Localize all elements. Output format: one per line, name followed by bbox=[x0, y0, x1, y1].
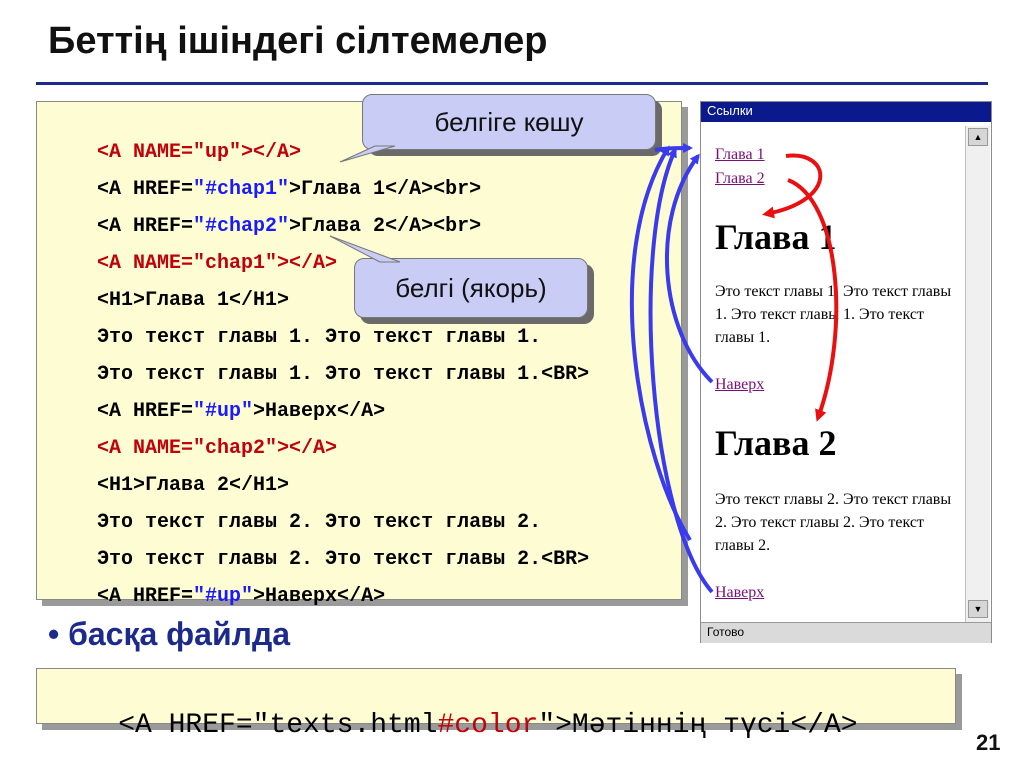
browser-content: Глава 1 Глава 2 Глава 1 Это текст главы … bbox=[709, 126, 961, 622]
scroll-up-icon[interactable]: ▲ bbox=[968, 128, 988, 146]
browser-title: Ссылки bbox=[707, 103, 753, 118]
heading-chap2: Глава 2 bbox=[715, 423, 837, 463]
code-example-other-file: <A HREF="texts.html#color">Мәтіннің түсі… bbox=[36, 668, 956, 741]
browser-window: Ссылки Глава 1 Глава 2 Глава 1 Это текст… bbox=[700, 101, 992, 643]
link-up-2[interactable]: Наверх bbox=[715, 584, 764, 602]
code2-line: <A HREF="texts.html#color">Мәтіннің түсі… bbox=[118, 710, 858, 741]
paragraph-chap1: Это текст главы 1. Это текст главы 1. Эт… bbox=[715, 283, 952, 346]
browser-titlebar: Ссылки bbox=[701, 102, 991, 122]
slide-title: Беттің ішіндегі сілтемелер bbox=[48, 20, 548, 62]
heading-chap1: Глава 1 bbox=[715, 217, 837, 257]
paragraph-chap2: Это текст главы 2. Это текст главы 2. Эт… bbox=[715, 491, 952, 554]
scrollbar[interactable]: ▲ ▼ bbox=[965, 126, 990, 622]
html-code-block: <A NAME="up"></A> <A HREF="#chap1">Глава… bbox=[36, 101, 682, 608]
callout-jump-to-anchor: белгіге көшу bbox=[362, 94, 656, 150]
link-chap2[interactable]: Глава 2 bbox=[715, 170, 765, 188]
title-underline bbox=[36, 82, 988, 85]
callout-anchor: белгі (якорь) bbox=[354, 258, 588, 318]
scroll-down-icon[interactable]: ▼ bbox=[968, 600, 988, 618]
status-text: Готово bbox=[707, 625, 745, 639]
page-number: 21 bbox=[976, 730, 1001, 755]
status-bar: Готово bbox=[701, 622, 991, 643]
link-chap1[interactable]: Глава 1 bbox=[715, 146, 765, 164]
link-up-1[interactable]: Наверх bbox=[715, 376, 764, 394]
bullet-other-file: • басқа файлда bbox=[48, 616, 291, 652]
